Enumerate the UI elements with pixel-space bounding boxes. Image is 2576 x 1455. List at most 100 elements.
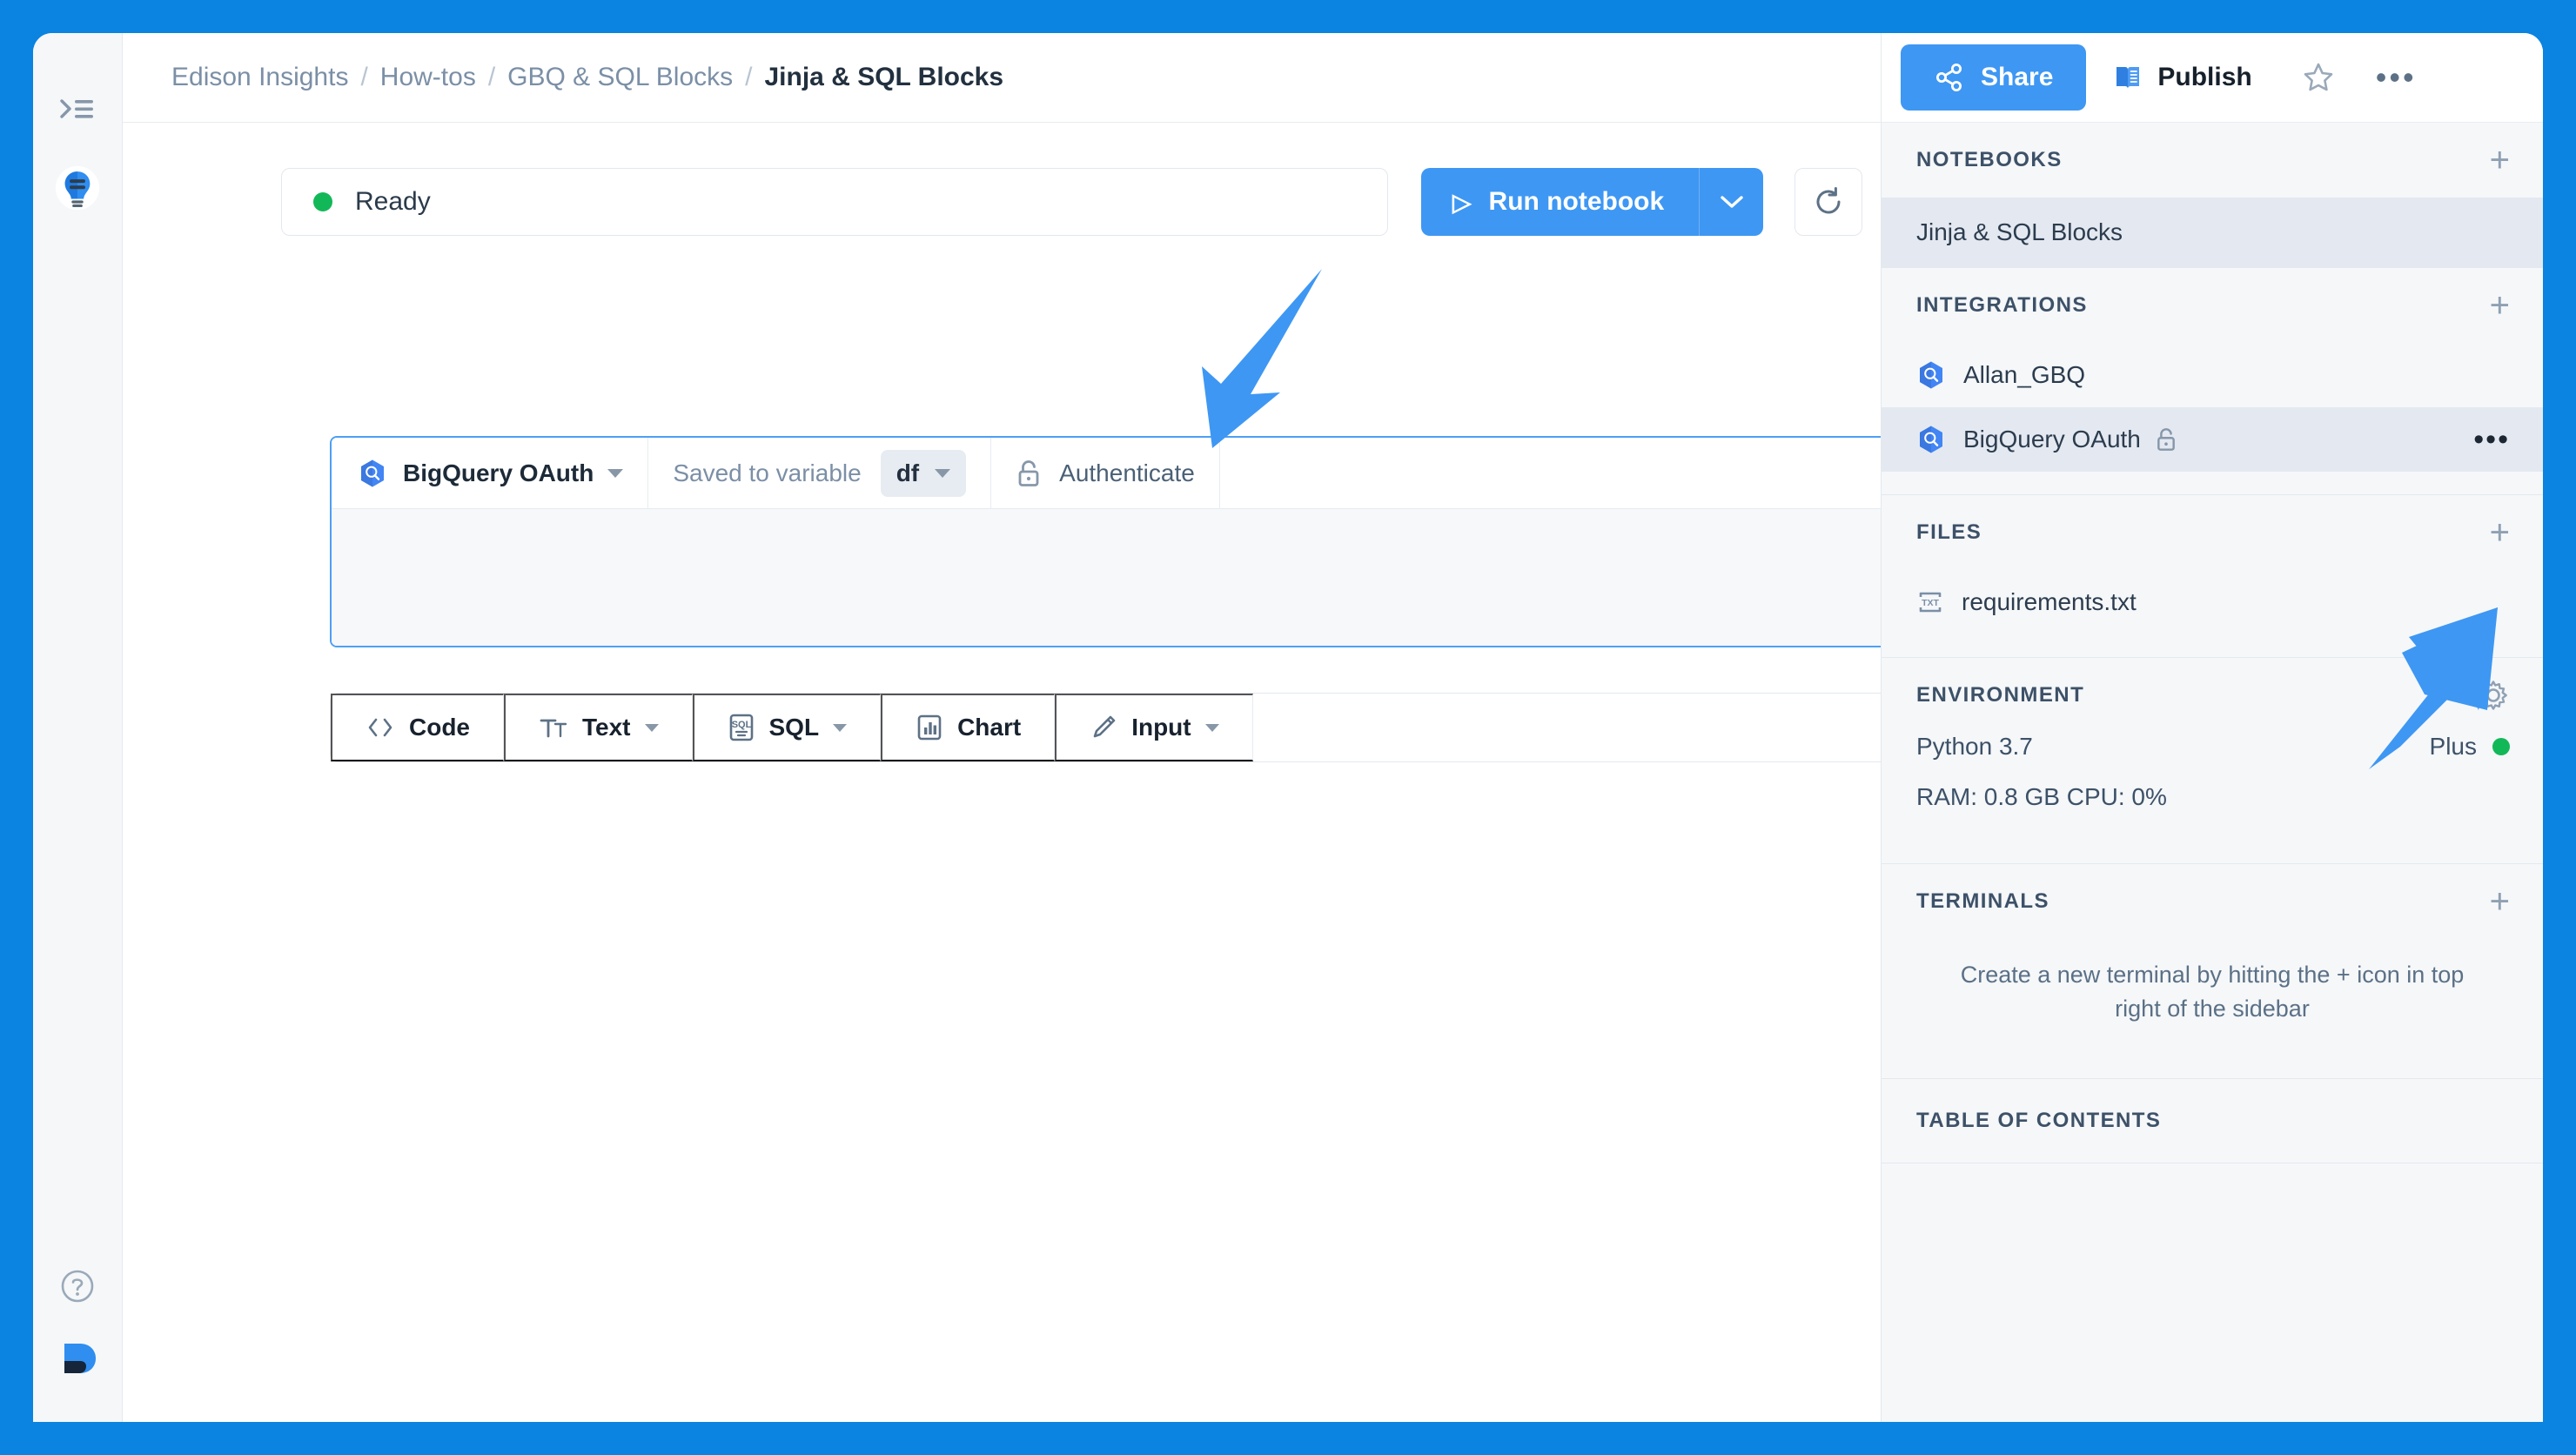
breadcrumb-item-project[interactable]: GBQ & SQL Blocks [507,63,733,92]
sql-icon: SQL [729,714,753,741]
terminals-title: TERMINALS [1916,889,2049,913]
share-label: Share [1981,63,2054,91]
share-button[interactable]: Share [1901,44,2087,111]
add-block-toolbar: Code Text SQL SQL Chart Input [330,693,1881,762]
variable-name-value: df [896,459,920,486]
environment-title: ENVIRONMENT [1916,683,2085,707]
environment-runtime: Python 3.7 [1916,733,2033,760]
run-notebook-label: Run notebook [1488,187,1665,216]
environment-section-header: ENVIRONMENT [1882,658,2543,733]
file-name: requirements.txt [1962,588,2137,615]
sidebar-item-integration-allan-gbq[interactable]: Allan_GBQ [1882,343,2543,407]
chevron-down-icon [607,468,624,478]
add-text-block-label: Text [582,714,631,741]
notebook-name: Jinja & SQL Blocks [1916,218,2123,245]
terminals-empty-hint: Create a new terminal by hitting the + i… [1960,962,2465,1023]
environment-plan: Plus [2429,733,2477,760]
left-rail [33,33,123,1422]
sql-editor[interactable] [332,509,1881,646]
files-section: FILES + TXT requirements.txt [1882,495,2543,658]
add-input-block-button[interactable]: Input [1055,694,1253,761]
pencil-icon [1093,715,1116,738]
add-integration-button[interactable]: + [2490,288,2510,323]
book-icon [2116,67,2140,89]
integration-name: BigQuery OAuth [403,459,594,486]
run-notebook-group: ▷ Run notebook [1421,168,1863,236]
bigquery-icon [361,459,384,486]
add-toolbar-filler [1253,694,1881,761]
notebook-run-row: Ready ▷ Run notebook [123,123,1881,236]
add-chart-block-button[interactable]: Chart [881,694,1056,761]
deepnote-logo[interactable] [54,1335,101,1382]
files-section-header: FILES + [1882,495,2543,570]
notebook-content: Ready ▷ Run notebook BigQuery OAuth Save… [123,123,1881,1422]
sidebar-item-file[interactable]: TXT requirements.txt [1882,570,2543,634]
integration-name: Allan_GBQ [1963,361,2086,388]
integration-selector[interactable]: BigQuery OAuth [332,438,649,508]
environment-status-dot [2492,738,2510,755]
status-dot [313,192,332,211]
integrations-section-header: INTEGRATIONS + [1882,268,2543,343]
integrations-title: INTEGRATIONS [1916,293,2088,317]
sql-block[interactable]: BigQuery OAuth Saved to variable df Auth… [330,436,1881,647]
chevron-down-icon [644,723,659,732]
sql-block-header: BigQuery OAuth Saved to variable df Auth… [332,438,1881,509]
breadcrumb-separator: / [360,63,368,91]
sidebar-item-integration-bigquery-oauth[interactable]: BigQuery OAuth ••• [1882,407,2543,472]
sidebar-item-notebook[interactable]: Jinja & SQL Blocks [1882,198,2543,267]
breadcrumb: Edison Insights / How-tos / GBQ & SQL Bl… [171,63,1003,92]
play-icon: ▷ [1452,188,1472,216]
lock-open-icon [1016,458,1042,489]
add-code-block-button[interactable]: Code [331,694,504,761]
bigquery-icon [1916,425,1946,454]
help-circle-icon[interactable] [55,1264,100,1309]
collapse-sidebar-icon[interactable] [55,87,100,132]
chevron-down-icon [833,723,848,732]
table-of-contents-title: TABLE OF CONTENTS [1916,1109,2162,1133]
environment-resources-row: RAM: 0.8 GB CPU: 0% [1916,783,2510,811]
authenticate-button[interactable]: Authenticate [991,438,1220,508]
lightbulb-logo[interactable] [55,165,100,211]
integration-menu-ellipsis-icon[interactable]: ••• [2473,424,2510,454]
header-actions: Share Publish ••• [1882,33,2543,123]
saved-to-variable-segment: Saved to variable df [648,438,992,508]
run-options-dropdown-button[interactable] [1699,168,1764,236]
chevron-down-icon [1204,723,1219,732]
kernel-status-bar[interactable]: Ready [281,168,1388,236]
files-title: FILES [1916,520,1982,544]
notebooks-section: NOTEBOOKS + Jinja & SQL Blocks [1882,123,2543,268]
terminals-section: TERMINALS + Create a new terminal by hit… [1882,864,2543,1080]
add-file-button[interactable]: + [2490,515,2510,550]
variable-name-select[interactable]: df [880,449,967,497]
breadcrumb-item-folder[interactable]: How-tos [380,63,476,92]
breadcrumb-item-current: Jinja & SQL Blocks [764,63,1004,91]
table-of-contents-header: TABLE OF CONTENTS [1882,1079,2543,1163]
add-code-block-label: Code [409,714,470,741]
breadcrumb-separator: / [745,63,753,91]
run-notebook-button[interactable]: ▷ Run notebook [1421,168,1700,236]
publish-button[interactable]: Publish [2086,44,2277,111]
integrations-section: INTEGRATIONS + Allan_GBQ BigQuery OAuth … [1882,268,2543,495]
add-sql-block-label: SQL [768,714,820,741]
add-notebook-button[interactable]: + [2490,143,2510,178]
header-more-ellipsis-icon[interactable]: ••• [2358,62,2434,93]
chevron-down-icon [1720,196,1743,208]
notebooks-title: NOTEBOOKS [1916,148,2063,171]
chevron-down-icon [935,468,951,478]
add-text-block-button[interactable]: Text [504,694,693,761]
txt-file-icon: TXT [1916,588,1944,616]
app-window: Edison Insights / How-tos / GBQ & SQL Bl… [33,33,2543,1422]
add-terminal-button[interactable]: + [2490,884,2510,919]
breadcrumb-item-workspace[interactable]: Edison Insights [171,63,348,92]
gear-icon[interactable] [2477,679,2510,712]
add-sql-block-button[interactable]: SQL SQL [692,694,882,761]
environment-section: ENVIRONMENT Python 3.7 Plus RAM: 0.8 GB [1882,658,2543,864]
refresh-icon [1816,187,1841,214]
authenticate-label: Authenticate [1059,459,1195,486]
bar-chart-icon [917,714,942,741]
status-label: Ready [355,187,431,216]
svg-text:TXT: TXT [1922,598,1939,608]
refresh-button[interactable] [1794,168,1863,236]
arrow-to-authenticate [1202,269,1322,448]
star-outline-icon[interactable] [2278,60,2358,95]
